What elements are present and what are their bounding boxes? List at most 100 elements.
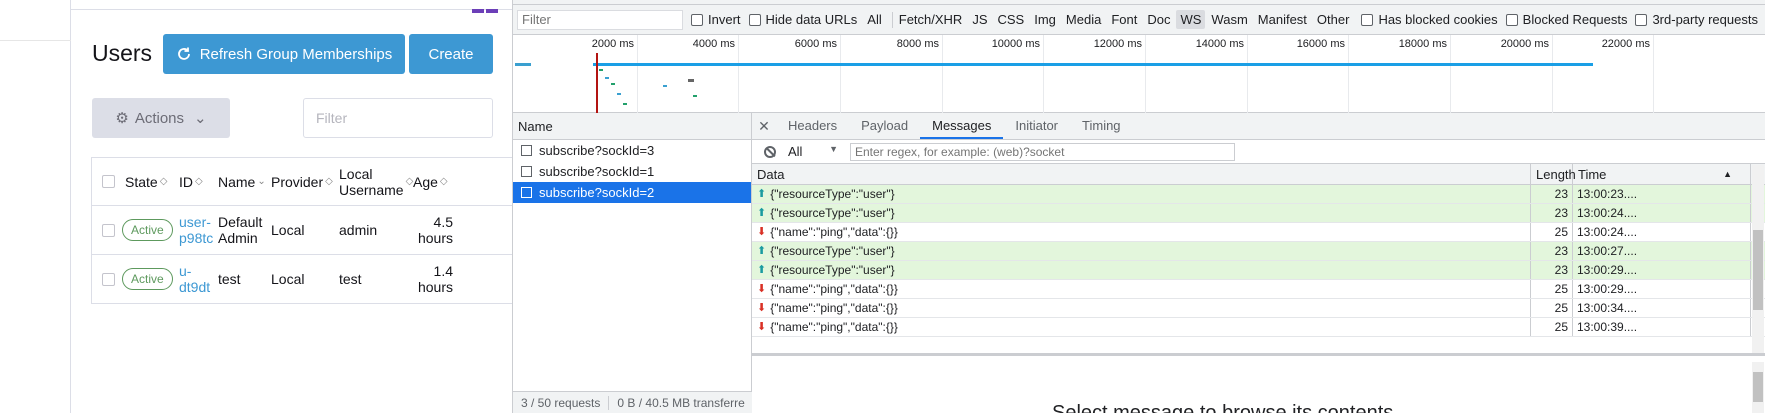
table-row: Active user-p98tc Default Admin Local ad… bbox=[92, 206, 512, 255]
users-filter-input[interactable] bbox=[303, 98, 493, 138]
has-blocked-cookies-checkbox[interactable]: Has blocked cookies bbox=[1361, 12, 1498, 27]
divider bbox=[891, 11, 893, 28]
message-row[interactable]: ⬆ {"resourceType":"user"} 23 13:00:29.... bbox=[752, 261, 1765, 280]
column-header-age[interactable]: Age ◇ bbox=[413, 158, 448, 205]
message-row[interactable]: ⬇ {"name":"ping","data":{}} 25 13:00:34..… bbox=[752, 299, 1765, 318]
dropdown-arrow-icon: ▼ bbox=[829, 144, 838, 154]
timeline-tick: 2000 ms bbox=[591, 38, 634, 50]
preview-scrollbar[interactable] bbox=[1752, 362, 1764, 413]
message-row[interactable]: ⬆ {"resourceType":"user"} 23 13:00:23.... bbox=[752, 185, 1765, 204]
preview-placeholder-text: Select message to browse its contents. bbox=[1052, 402, 1399, 413]
create-button-label: Create bbox=[428, 45, 474, 63]
received-arrow-icon: ⬇ bbox=[757, 226, 767, 238]
sent-arrow-icon: ⬆ bbox=[757, 207, 767, 219]
timeline-tick: 16000 ms bbox=[1296, 38, 1345, 50]
user-id-link[interactable]: u-dt9dt bbox=[179, 255, 215, 303]
network-filter-bar: Invert Hide data URLs All Fetch/XHR JS C… bbox=[513, 5, 1765, 35]
request-list-panel: Name subscribe?sockId=3 subscribe?sockId… bbox=[513, 113, 752, 413]
column-header-name[interactable]: Name ⌄ bbox=[218, 158, 266, 205]
received-arrow-icon: ⬇ bbox=[757, 302, 767, 314]
timeline-tick: 8000 ms bbox=[896, 38, 939, 50]
sent-arrow-icon: ⬆ bbox=[757, 245, 767, 257]
timeline-segment bbox=[599, 69, 603, 71]
gear-icon: ⚙ bbox=[115, 110, 129, 127]
messages-scrollbar[interactable] bbox=[1752, 165, 1764, 354]
invert-checkbox[interactable]: Invert bbox=[691, 12, 741, 27]
user-provider: Local bbox=[271, 222, 305, 238]
type-filter-media[interactable]: Media bbox=[1062, 10, 1105, 29]
users-table: State ◇ ID ◇ Name ⌄ Provider ◇ Local Usernam… bbox=[91, 157, 512, 304]
column-header-state[interactable]: State ◇ bbox=[125, 158, 167, 205]
timeline-tick: 6000 ms bbox=[794, 38, 837, 50]
column-header-provider[interactable]: Provider ◇ bbox=[271, 158, 333, 205]
chevron-down-icon: ⌄ bbox=[194, 110, 207, 127]
select-all-checkbox[interactable] bbox=[102, 175, 115, 188]
tab-timing[interactable]: Timing bbox=[1070, 113, 1133, 139]
type-filter-wasm[interactable]: Wasm bbox=[1207, 10, 1251, 29]
top-bar bbox=[71, 0, 512, 13]
message-row[interactable]: ⬆ {"resourceType":"user"} 23 13:00:27.... bbox=[752, 242, 1765, 261]
clear-messages-icon[interactable] bbox=[764, 145, 776, 158]
messages-toolbar: All ▼ bbox=[752, 140, 1765, 164]
hide-data-urls-checkbox[interactable]: Hide data URLs bbox=[748, 12, 857, 27]
brand-logo-icon bbox=[470, 0, 502, 13]
timeline-tick: 14000 ms bbox=[1195, 38, 1244, 50]
messages-table-header: Data Length Time ▲ bbox=[752, 164, 1765, 185]
column-header-data[interactable]: Data bbox=[752, 164, 1531, 184]
type-filter-fetch-xhr[interactable]: Fetch/XHR bbox=[895, 10, 967, 29]
message-row[interactable]: ⬇ {"name":"ping","data":{}} 25 13:00:29..… bbox=[752, 280, 1765, 299]
timeline-segment bbox=[693, 95, 697, 97]
request-item[interactable]: subscribe?sockId=1 bbox=[513, 161, 751, 182]
timeline-tick: 20000 ms bbox=[1500, 38, 1549, 50]
user-age: 4.5 hours bbox=[417, 214, 453, 246]
timeline-tick: 10000 ms bbox=[991, 38, 1040, 50]
request-item[interactable]: subscribe?sockId=3 bbox=[513, 140, 751, 161]
timeline-tick: 12000 ms bbox=[1093, 38, 1142, 50]
timeline-tick: 22000 ms bbox=[1601, 38, 1650, 50]
table-row: Active u-dt9dt test Local test 1.4 hours bbox=[92, 255, 512, 304]
type-filter-ws[interactable]: WS bbox=[1176, 10, 1206, 29]
type-filter-img[interactable]: Img bbox=[1030, 10, 1060, 29]
row-checkbox[interactable] bbox=[102, 223, 115, 237]
request-item-selected[interactable]: subscribe?sockId=2 bbox=[513, 182, 751, 203]
message-row[interactable]: ⬇ {"name":"ping","data":{}} 25 13:00:39..… bbox=[752, 318, 1765, 337]
request-list-header[interactable]: Name bbox=[513, 113, 751, 140]
user-id-link[interactable]: user-p98tc bbox=[179, 206, 215, 254]
column-header-time[interactable]: Time ▲ bbox=[1573, 164, 1751, 184]
row-checkbox[interactable] bbox=[102, 272, 115, 286]
timeline-load-marker bbox=[596, 53, 598, 113]
type-filter-css[interactable]: CSS bbox=[994, 10, 1029, 29]
network-filter-input[interactable] bbox=[517, 9, 683, 30]
network-status-bar: 3 / 50 requests 0 B / 40.5 MB transferre bbox=[513, 391, 752, 413]
type-filter-manifest[interactable]: Manifest bbox=[1254, 10, 1311, 29]
network-overview-timeline[interactable]: 2000 ms 4000 ms 6000 ms 8000 ms 10000 ms… bbox=[513, 35, 1765, 113]
actions-dropdown-button[interactable]: ⚙ Actions ⌄ bbox=[92, 98, 230, 138]
third-party-requests-checkbox[interactable]: 3rd-party requests bbox=[1635, 12, 1758, 27]
detail-tab-bar: ✕ Headers Payload Messages Initiator Tim… bbox=[752, 113, 1765, 140]
left-navigation bbox=[0, 0, 71, 413]
timeline-tick: 4000 ms bbox=[692, 38, 735, 50]
tab-messages[interactable]: Messages bbox=[920, 113, 1004, 139]
type-filter-font[interactable]: Font bbox=[1107, 10, 1141, 29]
tab-initiator[interactable]: Initiator bbox=[1003, 113, 1070, 139]
message-row[interactable]: ⬇ {"name":"ping","data":{}} 25 13:00:24..… bbox=[752, 223, 1765, 242]
type-filter-all[interactable]: All bbox=[863, 10, 885, 29]
type-filter-doc[interactable]: Doc bbox=[1143, 10, 1174, 29]
type-filter-js[interactable]: JS bbox=[968, 10, 991, 29]
timeline-segment bbox=[617, 93, 621, 95]
message-row[interactable]: ⬆ {"resourceType":"user"} 23 13:00:24.... bbox=[752, 204, 1765, 223]
create-button[interactable]: Create bbox=[409, 34, 493, 74]
message-regex-filter[interactable] bbox=[850, 142, 1235, 161]
close-icon[interactable]: ✕ bbox=[752, 113, 776, 139]
user-name: Default Admin bbox=[218, 214, 263, 246]
column-header-local-username[interactable]: Local Username ◇ bbox=[339, 158, 413, 205]
column-header-length[interactable]: Length bbox=[1531, 164, 1576, 184]
tab-headers[interactable]: Headers bbox=[776, 113, 849, 139]
message-type-select[interactable]: All ▼ bbox=[788, 144, 838, 159]
blocked-requests-checkbox[interactable]: Blocked Requests bbox=[1505, 12, 1627, 27]
column-header-id[interactable]: ID ◇ bbox=[179, 158, 203, 205]
user-age: 1.4 hours bbox=[417, 263, 453, 295]
refresh-group-memberships-button[interactable]: Refresh Group Memberships bbox=[163, 34, 405, 74]
type-filter-other[interactable]: Other bbox=[1313, 10, 1354, 29]
tab-payload[interactable]: Payload bbox=[849, 113, 920, 139]
